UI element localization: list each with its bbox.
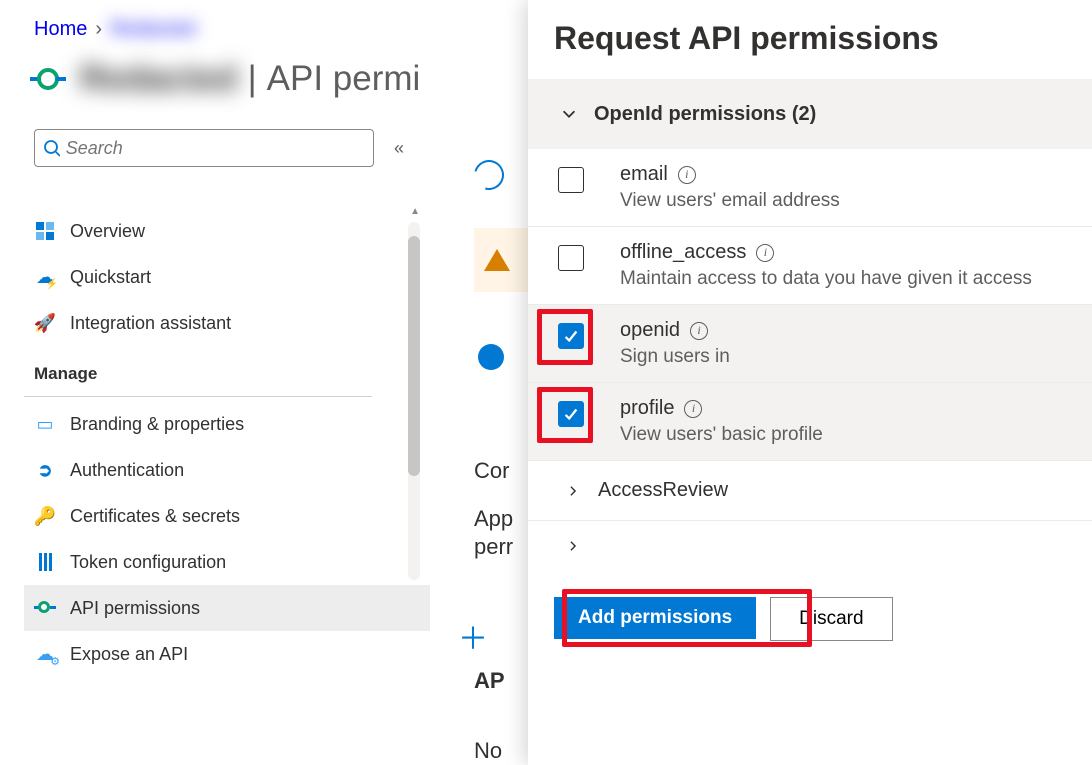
highlight-box [562, 589, 812, 647]
nav-certificates[interactable]: 🔑 Certificates & secrets [24, 493, 430, 539]
group-label: OpenId permissions (2) [594, 103, 816, 126]
nav-label: Token configuration [70, 552, 226, 573]
expose-api-icon: ☁ [34, 643, 56, 665]
search-input[interactable] [66, 138, 365, 159]
add-icon[interactable]: ＋ [458, 614, 488, 658]
authentication-icon: ➲ [34, 459, 56, 481]
main-text-3: AP [474, 668, 505, 694]
scrollbar[interactable] [408, 222, 420, 580]
highlight-box [537, 309, 593, 365]
permission-desc: Sign users in [620, 346, 730, 368]
nav-label: Integration assistant [70, 313, 231, 334]
nav-branding[interactable]: ▭ Branding & properties [24, 401, 430, 447]
nav-authentication[interactable]: ➲ Authentication [24, 447, 430, 493]
page-title-section: API permi [267, 59, 421, 99]
nav-overview[interactable]: Overview [24, 208, 430, 254]
permission-name: profile [620, 397, 674, 420]
search-input-wrapper[interactable] [34, 129, 374, 167]
panel-title: Request API permissions [528, 0, 1092, 79]
page-title-appname: Redacted [80, 59, 238, 99]
nav-label: Overview [70, 221, 145, 242]
chevron-right-icon [566, 484, 580, 498]
nav-label: Certificates & secrets [70, 506, 240, 527]
nav-label: Branding & properties [70, 414, 244, 435]
scrollbar-thumb[interactable] [408, 236, 420, 476]
refresh-icon[interactable] [469, 155, 510, 196]
breadcrumb-app[interactable]: Redacted [110, 18, 196, 41]
breadcrumb-separator-icon: › [95, 18, 102, 41]
collapse-menu-icon[interactable]: « [394, 138, 404, 159]
main-heading-partial: Cor [474, 458, 509, 484]
openid-group-header[interactable]: OpenId permissions (2) [528, 79, 1092, 149]
page-title: Redacted | API permi [80, 59, 420, 99]
main-text-1: App [474, 506, 513, 532]
nav-label: Expose an API [70, 644, 188, 665]
request-api-permissions-panel: Request API permissions OpenId permissio… [528, 0, 1092, 765]
warning-banner [474, 228, 529, 292]
expander-label: AccessReview [598, 479, 728, 502]
nav-quickstart[interactable]: ☁ Quickstart [24, 254, 430, 300]
cloud-icon: ☁ [34, 266, 56, 288]
main-text-4: No [474, 738, 502, 764]
panel-actions: Add permissions Discard [528, 571, 1092, 641]
highlight-box [537, 387, 593, 443]
info-icon[interactable]: i [690, 322, 708, 340]
permission-name: offline_access [620, 241, 746, 264]
app-icon [30, 61, 66, 97]
expander-accessreview[interactable]: AccessReview [528, 461, 1092, 521]
expander-more[interactable] [528, 521, 1092, 571]
overview-icon [34, 220, 56, 242]
scroll-up-icon[interactable]: ▲ [410, 206, 420, 217]
permission-row-openid[interactable]: openidi Sign users in [528, 305, 1092, 383]
token-icon [34, 551, 56, 573]
side-nav: ▲ Overview ☁ Quickstart 🚀 Integration as… [24, 208, 430, 677]
nav-label: Authentication [70, 460, 184, 481]
permission-desc: View users' email address [620, 190, 840, 212]
chevron-right-icon [566, 539, 580, 553]
breadcrumb-home[interactable]: Home [34, 18, 87, 41]
info-icon[interactable]: i [684, 400, 702, 418]
info-icon[interactable]: i [756, 244, 774, 262]
info-icon[interactable]: i [678, 166, 696, 184]
nav-expose-api[interactable]: ☁ Expose an API [24, 631, 430, 677]
permission-desc: View users' basic profile [620, 424, 823, 446]
api-permissions-icon [34, 597, 56, 619]
warning-icon [484, 249, 510, 271]
key-icon: 🔑 [34, 505, 56, 527]
permission-desc: Maintain access to data you have given i… [620, 268, 1032, 290]
branding-icon: ▭ [34, 413, 56, 435]
chevron-down-icon [560, 105, 578, 123]
nav-label: API permissions [70, 598, 200, 619]
permission-row-offline-access[interactable]: offline_access i Maintain access to data … [528, 227, 1092, 305]
permission-row-profile[interactable]: profile i View users' basic profile [528, 383, 1092, 461]
permission-name: email [620, 163, 668, 186]
checkbox-offline-access[interactable] [558, 245, 584, 271]
nav-token-configuration[interactable]: Token configuration [24, 539, 430, 585]
permission-name: openid [620, 319, 680, 342]
rocket-icon: 🚀 [34, 312, 56, 334]
divider [24, 396, 372, 397]
nav-label: Quickstart [70, 267, 151, 288]
nav-section-manage: Manage [24, 346, 430, 392]
checkbox-email[interactable] [558, 167, 584, 193]
main-text-2: perr [474, 534, 513, 560]
nav-api-permissions[interactable]: API permissions [24, 585, 430, 631]
info-icon [478, 344, 504, 370]
permission-row-email[interactable]: emaili View users' email address [528, 149, 1092, 227]
search-icon [43, 139, 60, 157]
nav-integration-assistant[interactable]: 🚀 Integration assistant [24, 300, 430, 346]
